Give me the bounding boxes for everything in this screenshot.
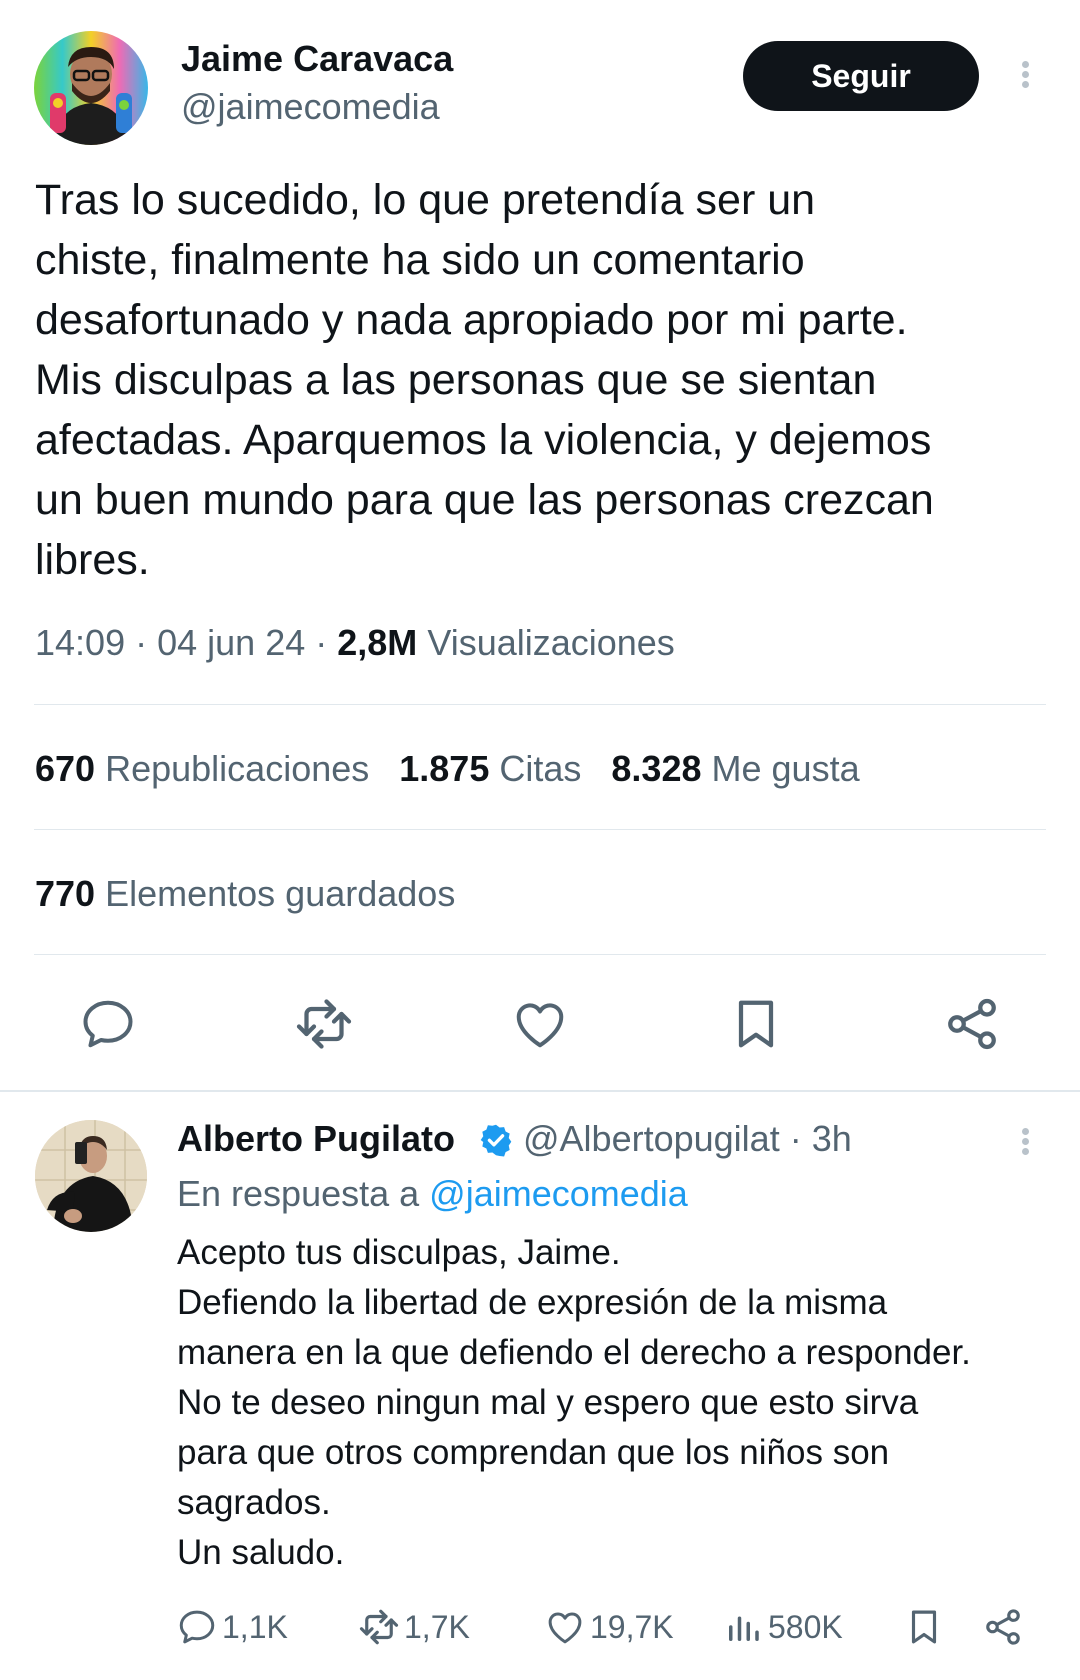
views-icon — [729, 1616, 759, 1641]
reply-icon[interactable] — [78, 994, 138, 1054]
likes-label: Me gusta — [711, 748, 860, 789]
tweet-meta: 14:09 · 04 jun 24 · 2,8M Visualizaciones — [35, 622, 675, 664]
follow-button[interactable]: Seguir — [743, 41, 979, 111]
reply-author-handle-line: @Albertopugilat · 3h — [523, 1118, 852, 1160]
likes-stat[interactable]: 8.328 Me gusta — [611, 748, 859, 789]
like-icon — [548, 1612, 582, 1644]
tweet-text: Tras lo sucedido, lo que pretendía ser u… — [35, 176, 934, 584]
bookmark-icon — [911, 1610, 937, 1644]
likes-count: 8.328 — [611, 748, 702, 789]
divider — [34, 829, 1046, 830]
reposts-count: 670 — [35, 748, 96, 789]
meta-separator: · — [789, 1118, 802, 1159]
reply-author-name[interactable]: Alberto Pugilato — [177, 1118, 455, 1160]
reply-like-button[interactable]: 19,7K — [544, 1606, 674, 1648]
retweet-icon[interactable] — [294, 994, 354, 1054]
avatar-image — [50, 47, 132, 145]
share-icon[interactable] — [942, 994, 1002, 1054]
views-count: 2,8M — [337, 622, 418, 663]
verified-badge-icon — [478, 1122, 514, 1158]
reply-share-button[interactable] — [982, 1606, 1028, 1648]
reply-author-avatar[interactable] — [35, 1120, 147, 1232]
replies-count: 1,1K — [222, 1608, 288, 1645]
reply-more-options-icon[interactable] — [1015, 1125, 1035, 1165]
more-options-icon[interactable] — [1015, 58, 1035, 98]
avatar-image — [35, 1120, 147, 1232]
views-count: 580K — [768, 1608, 843, 1645]
reply-icon — [179, 1610, 215, 1644]
likes-count: 19,7K — [590, 1608, 674, 1645]
reply-to-link[interactable]: @jaimecomedia — [429, 1173, 688, 1214]
reply-author-handle[interactable]: @Albertopugilat — [523, 1118, 780, 1159]
reply-to-prefix: En respuesta a — [177, 1173, 420, 1214]
bookmark-icon[interactable] — [726, 994, 786, 1054]
retweet-icon — [359, 1609, 399, 1645]
views-label: Visualizaciones — [427, 622, 675, 663]
engagement-stats: 670 Republicaciones 1.875 Citas 8.328 Me g… — [35, 748, 860, 790]
divider — [34, 954, 1046, 955]
quotes-label: Citas — [499, 748, 582, 789]
reply-retweet-button[interactable]: 1,7K — [358, 1606, 470, 1648]
quotes-stat[interactable]: 1.875 Citas — [399, 748, 581, 789]
author-name[interactable]: Jaime Caravaca — [181, 38, 453, 80]
tweet-separator — [0, 1090, 1080, 1092]
author-handle[interactable]: @jaimecomedia — [181, 86, 440, 128]
quotes-count: 1.875 — [399, 748, 490, 789]
divider — [34, 704, 1046, 705]
bookmarks-label: Elementos guardados — [105, 873, 456, 914]
bookmarks-count: 770 — [35, 873, 96, 914]
reply-replies-button[interactable]: 1,1K — [176, 1606, 288, 1648]
tweet-time[interactable]: 14:09 — [35, 622, 125, 663]
like-icon[interactable] — [510, 994, 570, 1054]
reply-bookmark-button[interactable] — [903, 1606, 949, 1648]
reply-views-button[interactable]: 580K — [722, 1606, 843, 1648]
reposts-count: 1,7K — [404, 1608, 470, 1645]
bookmarks-stat[interactable]: 770 Elementos guardados — [35, 873, 455, 915]
share-icon — [986, 1609, 1020, 1645]
reposts-stat[interactable]: 670 Republicaciones — [35, 748, 369, 789]
reply-context: En respuesta a @jaimecomedia — [177, 1173, 688, 1215]
meta-separator: · — [135, 622, 158, 663]
meta-separator: · — [315, 622, 338, 663]
tweet-date[interactable]: 04 jun 24 — [157, 622, 305, 663]
reply-text: Acepto tus disculpas, Jaime. Defiendo la… — [177, 1233, 971, 1572]
reposts-label: Republicaciones — [105, 748, 370, 789]
author-avatar[interactable] — [34, 31, 148, 145]
reply-time[interactable]: 3h — [812, 1118, 852, 1159]
